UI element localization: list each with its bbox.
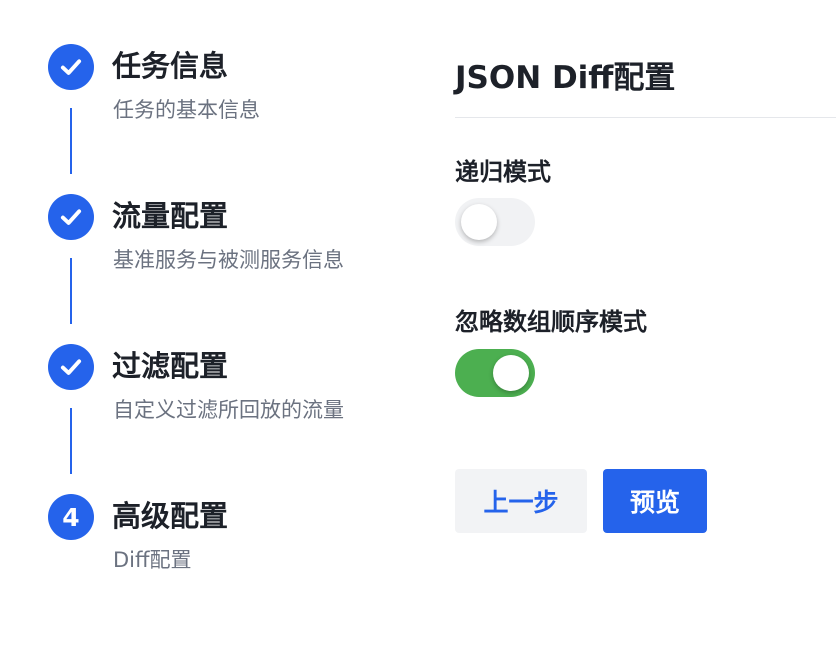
switch-knob [493,355,529,391]
step-connector-1 [70,108,72,174]
step-2-description: 基准服务与被测服务信息 [113,248,344,272]
config-panel: JSON Diff配置 递归模式 忽略数组顺序模式 上一步 预览 [455,0,836,658]
panel-title: JSON Diff配置 [455,60,676,96]
previous-step-button[interactable]: 上一步 [455,469,587,533]
recursive-mode-label: 递归模式 [455,158,551,186]
step-4-title: 高级配置 [112,499,229,533]
page: 任务信息 任务的基本信息 流量配置 基准服务与被测服务信息 过滤配置 自定义过滤… [0,0,836,658]
step-3-check-icon [48,344,94,390]
step-2-check-icon [48,194,94,240]
recursive-mode-switch[interactable] [455,198,535,246]
step-connector-2 [70,258,72,324]
step-4-description: Diff配置 [113,548,192,572]
step-1-check-icon [48,44,94,90]
step-connector-3 [70,408,72,474]
preview-button[interactable]: 预览 [603,469,707,533]
ignore-array-order-switch[interactable] [455,349,535,397]
step-3-title: 过滤配置 [112,349,229,383]
panel-divider [455,117,836,118]
step-2-title: 流量配置 [112,199,229,233]
step-4-number: 4 [62,502,80,532]
step-3-description: 自定义过滤所回放的流量 [113,398,344,422]
step-4-number-badge: 4 [48,494,94,540]
step-1-title: 任务信息 [112,49,229,83]
steps-indicator: 任务信息 任务的基本信息 流量配置 基准服务与被测服务信息 过滤配置 自定义过滤… [0,0,440,658]
ignore-array-order-label: 忽略数组顺序模式 [455,308,647,336]
switch-knob [461,204,497,240]
step-1-description: 任务的基本信息 [113,98,260,122]
